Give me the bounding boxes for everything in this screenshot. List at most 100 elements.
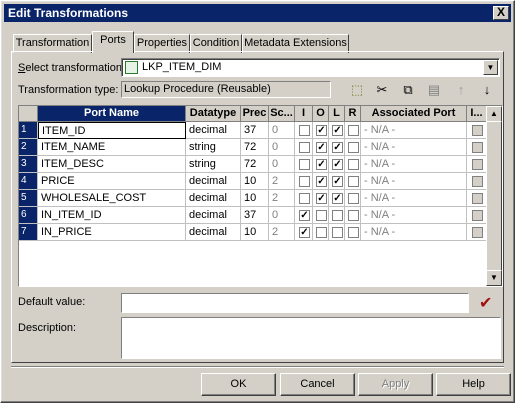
datatype-cell[interactable]: decimal <box>186 190 241 207</box>
scale-cell[interactable]: 0 <box>269 122 295 139</box>
lookup-checkbox[interactable] <box>332 210 343 221</box>
lookup-checkbox[interactable]: ✓ <box>332 176 343 187</box>
datatype-cell[interactable]: string <box>186 156 241 173</box>
precision-cell[interactable]: 72 <box>241 139 269 156</box>
output-checkbox[interactable]: ✓ <box>316 176 327 187</box>
ignore-checkbox[interactable] <box>472 227 483 238</box>
port-name-cell[interactable]: WHOLESALE_COST <box>38 190 186 207</box>
table-row[interactable]: 7 IN_PRICE decimal 10 2 ✓ - N/A - <box>19 224 489 241</box>
move-down-icon[interactable]: ↓ <box>477 81 497 99</box>
port-name-cell[interactable]: ITEM_DESC <box>38 156 186 173</box>
scale-cell[interactable]: 2 <box>269 190 295 207</box>
scroll-thumb[interactable] <box>486 121 502 271</box>
scale-cell[interactable]: 0 <box>269 207 295 224</box>
table-row[interactable]: 6 IN_ITEM_ID decimal 37 0 ✓ - N/A - <box>19 207 489 224</box>
scale-cell[interactable]: 0 <box>269 139 295 156</box>
help-button[interactable]: Help <box>436 373 511 396</box>
header-datatype[interactable]: Datatype <box>186 106 241 122</box>
return-checkbox[interactable] <box>348 125 359 136</box>
close-button[interactable]: X <box>493 6 509 20</box>
table-row[interactable]: 1 ITEM_ID decimal 37 0 ✓ ✓ - N/A - <box>19 122 489 139</box>
return-checkbox[interactable] <box>348 142 359 153</box>
output-checkbox[interactable]: ✓ <box>316 125 327 136</box>
associated-port-cell[interactable]: - N/A - <box>361 173 467 190</box>
associated-port-cell[interactable]: - N/A - <box>361 156 467 173</box>
header-lookup[interactable]: L <box>329 106 345 122</box>
datatype-cell[interactable]: decimal <box>186 122 241 139</box>
table-row[interactable]: 3 ITEM_DESC string 72 0 ✓ ✓ - N/A - <box>19 156 489 173</box>
return-checkbox[interactable] <box>348 193 359 204</box>
move-up-icon[interactable]: ↑ <box>451 81 471 99</box>
header-ignore[interactable]: I... <box>467 106 487 122</box>
scale-cell[interactable]: 0 <box>269 156 295 173</box>
input-checkbox[interactable] <box>299 159 310 170</box>
lookup-checkbox[interactable] <box>332 227 343 238</box>
port-name-cell[interactable]: IN_ITEM_ID <box>38 207 186 224</box>
dropdown-arrow-icon[interactable]: ▼ <box>483 60 498 75</box>
output-checkbox[interactable]: ✓ <box>316 193 327 204</box>
lookup-checkbox[interactable]: ✓ <box>332 125 343 136</box>
port-name-cell[interactable]: PRICE <box>38 173 186 190</box>
validate-check-icon[interactable]: ✔ <box>479 293 492 313</box>
return-checkbox[interactable] <box>348 159 359 170</box>
table-row[interactable]: 5 WHOLESALE_COST decimal 10 2 ✓ ✓ - N/A - <box>19 190 489 207</box>
return-checkbox[interactable] <box>348 210 359 221</box>
copy-icon[interactable]: ⧉ <box>398 81 418 99</box>
header-return[interactable]: R <box>345 106 361 122</box>
input-checkbox[interactable] <box>299 125 310 136</box>
paste-icon[interactable]: ▤ <box>424 81 444 99</box>
output-checkbox[interactable]: ✓ <box>316 159 327 170</box>
lookup-checkbox[interactable]: ✓ <box>332 159 343 170</box>
description-field[interactable] <box>121 317 501 359</box>
scale-cell[interactable]: 2 <box>269 173 295 190</box>
precision-cell[interactable]: 10 <box>241 224 269 241</box>
input-checkbox[interactable] <box>299 142 310 153</box>
port-name-cell[interactable]: ITEM_ID <box>38 122 186 139</box>
ignore-checkbox[interactable] <box>472 193 483 204</box>
scale-cell[interactable]: 2 <box>269 224 295 241</box>
associated-port-cell[interactable]: - N/A - <box>361 139 467 156</box>
lookup-checkbox[interactable]: ✓ <box>332 142 343 153</box>
datatype-cell[interactable]: decimal <box>186 224 241 241</box>
return-checkbox[interactable] <box>348 176 359 187</box>
precision-cell[interactable]: 37 <box>241 207 269 224</box>
tab-ports[interactable]: Ports <box>92 31 134 53</box>
precision-cell[interactable]: 37 <box>241 122 269 139</box>
header-associated-port[interactable]: Associated Port <box>361 106 467 122</box>
associated-port-cell[interactable]: - N/A - <box>361 122 467 139</box>
select-transformation-dropdown[interactable]: LKP_ITEM_DIM ▼ <box>121 58 500 77</box>
port-name-cell[interactable]: ITEM_NAME <box>38 139 186 156</box>
ignore-checkbox[interactable] <box>472 210 483 221</box>
ignore-checkbox[interactable] <box>472 159 483 170</box>
cut-icon[interactable]: ✂ <box>372 81 392 99</box>
associated-port-cell[interactable]: - N/A - <box>361 190 467 207</box>
datatype-cell[interactable]: decimal <box>186 173 241 190</box>
header-output[interactable]: O <box>313 106 329 122</box>
input-checkbox[interactable] <box>299 193 310 204</box>
ignore-checkbox[interactable] <box>472 142 483 153</box>
table-row[interactable]: 4 PRICE decimal 10 2 ✓ ✓ - N/A - <box>19 173 489 190</box>
associated-port-cell[interactable]: - N/A - <box>361 224 467 241</box>
datatype-cell[interactable]: string <box>186 139 241 156</box>
lookup-checkbox[interactable]: ✓ <box>332 193 343 204</box>
output-checkbox[interactable] <box>316 210 327 221</box>
ok-button[interactable]: OK <box>201 373 276 396</box>
output-checkbox[interactable]: ✓ <box>316 142 327 153</box>
header-port-name[interactable]: Port Name <box>38 106 186 122</box>
scroll-down-icon[interactable]: ▼ <box>486 270 502 286</box>
default-value-field[interactable] <box>121 293 469 313</box>
precision-cell[interactable]: 72 <box>241 156 269 173</box>
associated-port-cell[interactable]: - N/A - <box>361 207 467 224</box>
datatype-cell[interactable]: decimal <box>186 207 241 224</box>
return-checkbox[interactable] <box>348 227 359 238</box>
precision-cell[interactable]: 10 <box>241 173 269 190</box>
input-checkbox[interactable]: ✓ <box>299 227 310 238</box>
input-checkbox[interactable] <box>299 176 310 187</box>
header-input[interactable]: I <box>295 106 313 122</box>
output-checkbox[interactable] <box>316 227 327 238</box>
cancel-button[interactable]: Cancel <box>280 373 355 396</box>
precision-cell[interactable]: 10 <box>241 190 269 207</box>
scroll-up-icon[interactable]: ▲ <box>486 106 502 122</box>
ignore-checkbox[interactable] <box>472 176 483 187</box>
grid-vertical-scrollbar[interactable]: ▲ ▼ <box>486 106 502 286</box>
